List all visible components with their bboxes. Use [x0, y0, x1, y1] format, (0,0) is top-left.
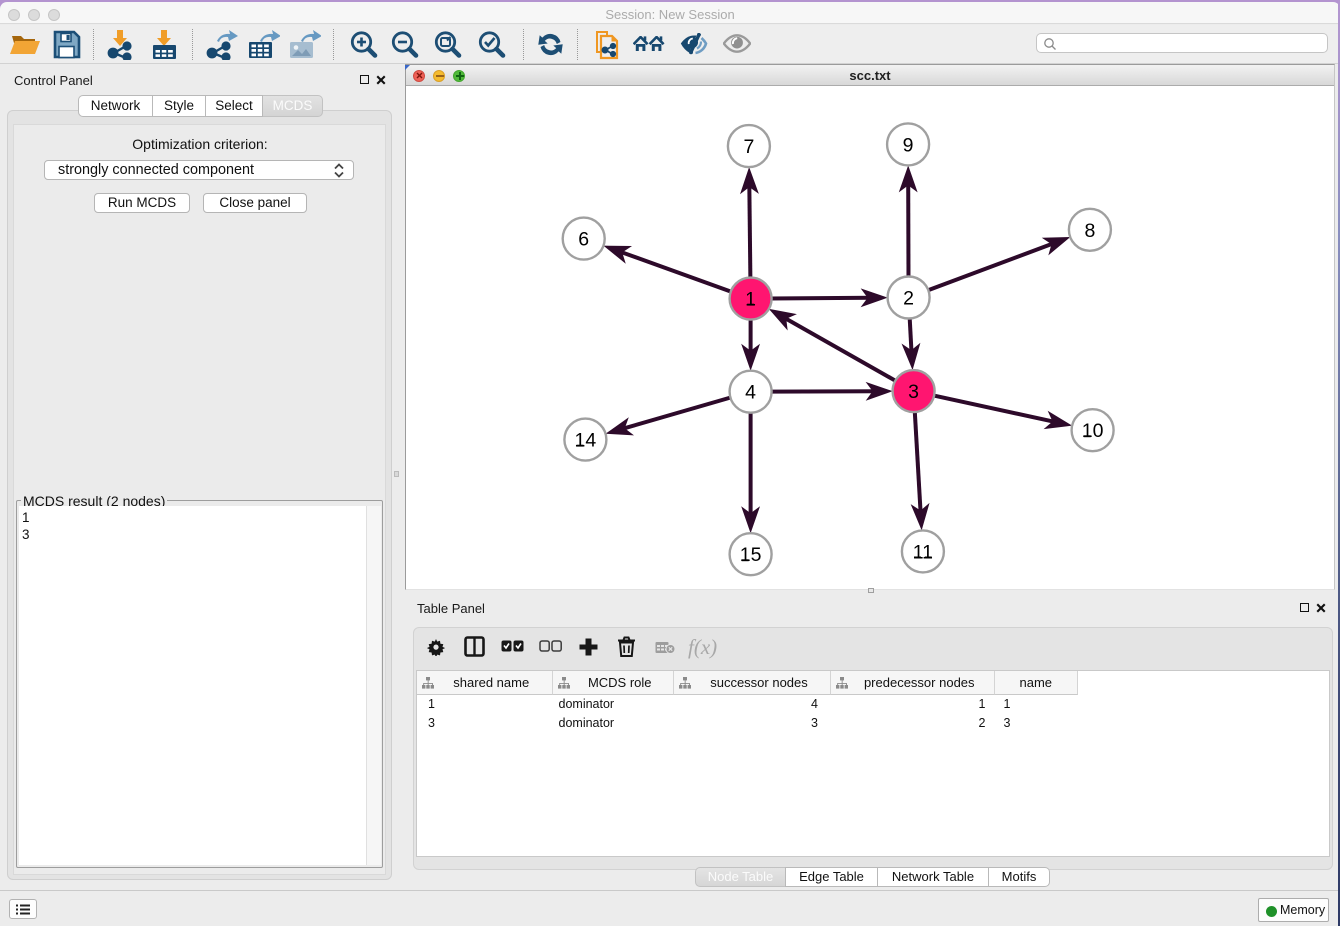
svg-text:4: 4 [745, 382, 756, 404]
svg-text:6: 6 [578, 229, 589, 251]
svg-text:1: 1 [745, 289, 756, 311]
svg-text:8: 8 [1084, 220, 1095, 242]
svg-text:3: 3 [908, 381, 919, 403]
svg-text:15: 15 [740, 544, 762, 566]
svg-text:9: 9 [903, 134, 914, 156]
svg-text:2: 2 [903, 288, 914, 310]
svg-text:14: 14 [575, 430, 597, 452]
svg-text:10: 10 [1082, 420, 1104, 442]
svg-text:7: 7 [743, 136, 754, 158]
svg-text:11: 11 [913, 541, 933, 563]
